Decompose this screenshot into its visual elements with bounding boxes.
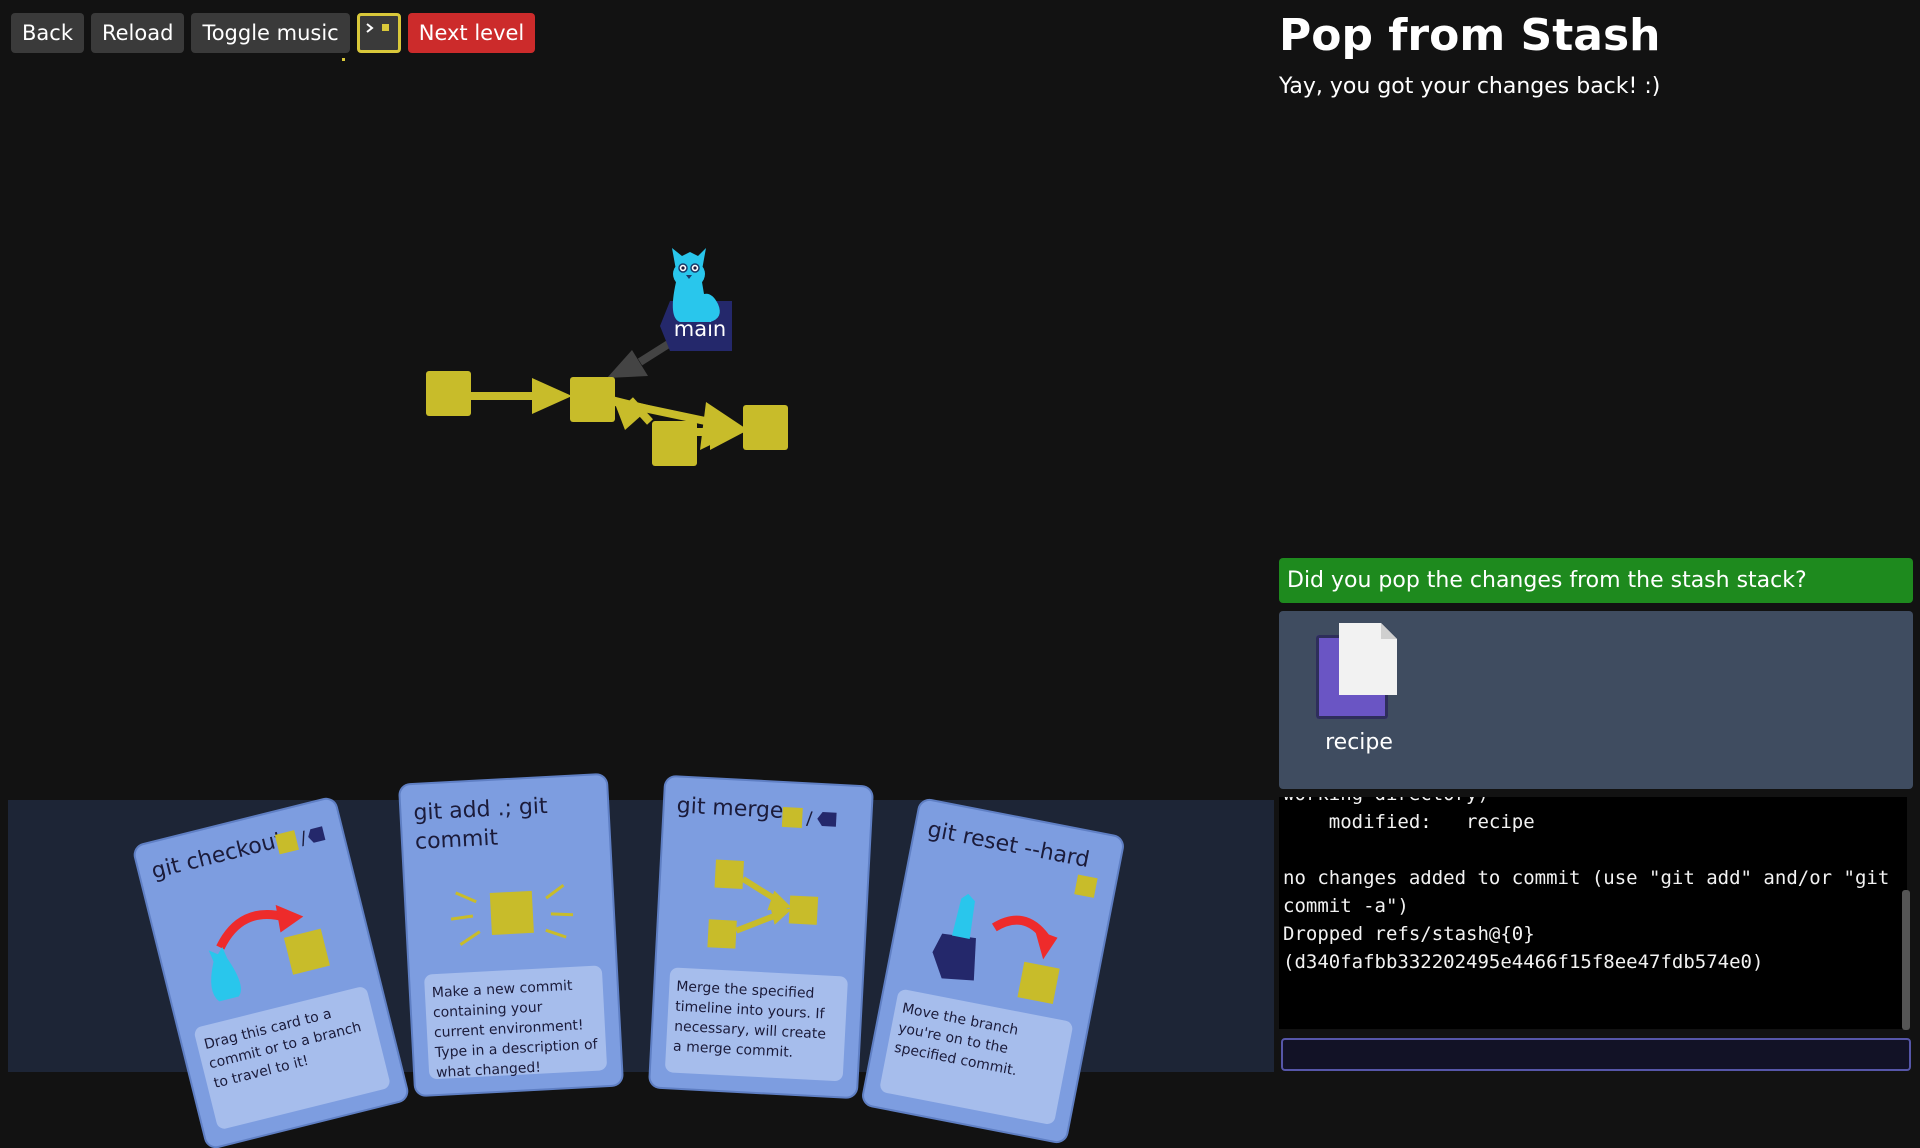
level-title: Pop from Stash bbox=[1279, 10, 1661, 61]
toolbar: Back Reload Toggle music Next level bbox=[11, 13, 536, 53]
goal-status-badge: Did you pop the changes from the stash s… bbox=[1279, 558, 1913, 603]
terminal-toggle-button[interactable] bbox=[356, 13, 401, 53]
terminal-output[interactable]: working directory) modified: recipe no c… bbox=[1279, 797, 1907, 1029]
next-level-button[interactable]: Next level bbox=[407, 13, 536, 53]
level-description: Yay, you got your changes back! :) bbox=[1279, 74, 1661, 99]
svg-text:/: / bbox=[298, 828, 310, 850]
card-description: Make a new commit containing your curren… bbox=[423, 965, 608, 1081]
checkout-illustration-icon bbox=[208, 904, 330, 1002]
document-icon bbox=[1339, 623, 1397, 695]
reload-button[interactable]: Reload bbox=[90, 13, 185, 53]
card-git-merge[interactable]: git merge / Merge the specified timeline… bbox=[650, 776, 872, 1098]
working-directory-panel: recipe bbox=[1279, 611, 1913, 789]
terminal-text: working directory) modified: recipe no c… bbox=[1283, 797, 1890, 973]
commit-icon bbox=[1074, 874, 1098, 898]
head-character-icon[interactable] bbox=[672, 248, 720, 322]
reset-illustration-icon bbox=[932, 893, 1060, 1005]
commit-node[interactable] bbox=[570, 377, 615, 422]
file-name: recipe bbox=[1325, 730, 1393, 755]
commit-node[interactable] bbox=[743, 405, 788, 450]
card-git-commit[interactable]: git add .; git commit Make a new commit … bbox=[400, 774, 622, 1096]
command-input[interactable] bbox=[1281, 1038, 1911, 1071]
back-button[interactable]: Back bbox=[11, 13, 84, 53]
commit-graph: main bbox=[426, 248, 788, 466]
card-title: git add .; git commit bbox=[412, 793, 549, 855]
card-description: Move the branch you're on to the specifi… bbox=[878, 988, 1074, 1126]
commit-icon: / bbox=[781, 806, 837, 830]
commit-node[interactable] bbox=[652, 421, 697, 466]
terminal-icon bbox=[361, 19, 396, 47]
svg-text:/: / bbox=[806, 808, 814, 829]
terminal-scrollbar[interactable] bbox=[1902, 890, 1910, 1030]
merge-illustration-icon bbox=[707, 859, 819, 949]
toggle-music-button[interactable]: Toggle music bbox=[191, 13, 350, 53]
card-description: Merge the specified timeline into yours.… bbox=[664, 967, 849, 1082]
commit-node[interactable] bbox=[426, 371, 471, 416]
file-item[interactable]: recipe bbox=[1316, 621, 1402, 761]
commit-edge-arrowhead bbox=[532, 378, 572, 414]
new-commit-icon bbox=[450, 883, 574, 946]
commits bbox=[426, 371, 788, 466]
